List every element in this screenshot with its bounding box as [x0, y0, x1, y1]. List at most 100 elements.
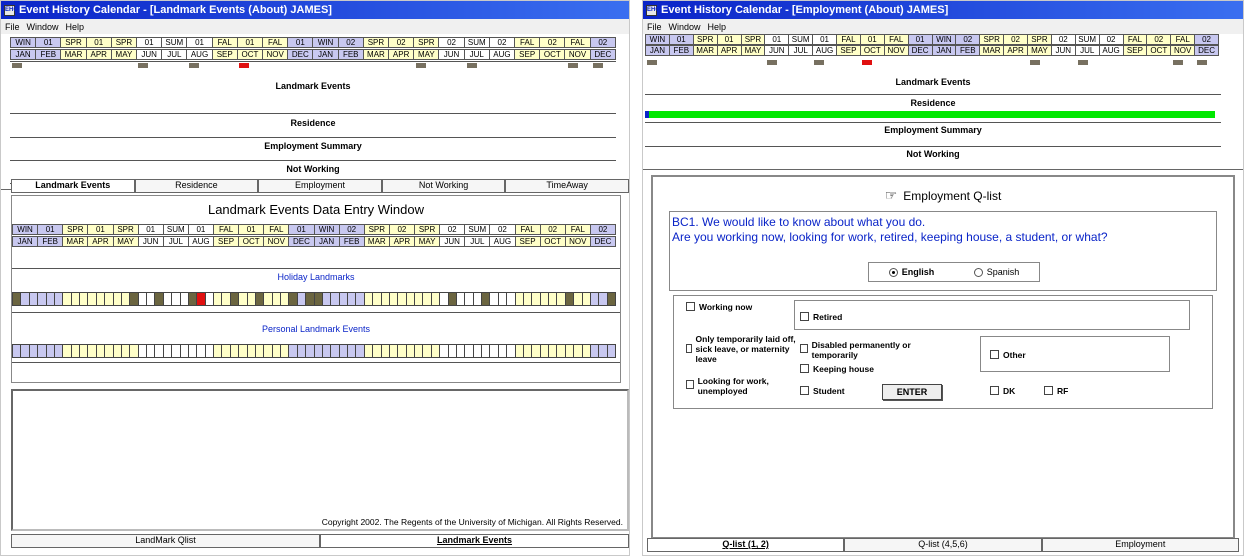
strip-cell[interactable]: [415, 344, 424, 358]
strip-cell[interactable]: [63, 344, 72, 358]
month-cell[interactable]: MAY: [415, 236, 441, 247]
strip-cell[interactable]: [230, 292, 240, 306]
landmark-mark[interactable]: [1173, 60, 1184, 65]
strip-cell[interactable]: [406, 292, 415, 306]
strip-cell[interactable]: [590, 292, 600, 306]
strip-cell[interactable]: [607, 344, 616, 358]
strip-cell[interactable]: [264, 344, 273, 358]
strip-cell[interactable]: [121, 292, 131, 306]
strip-cell[interactable]: [80, 344, 89, 358]
month-cell[interactable]: JUL: [465, 236, 491, 247]
tab-landmark-qlist[interactable]: LandMark Qlist: [11, 534, 320, 548]
month-cell[interactable]: APR: [389, 236, 415, 247]
checkbox-icon[interactable]: [800, 386, 809, 395]
strip-cell[interactable]: [339, 292, 348, 306]
strip-cell[interactable]: [180, 292, 189, 306]
strip-cell[interactable]: [38, 292, 47, 306]
month-cell[interactable]: DEC: [288, 49, 314, 60]
strip-cell[interactable]: [163, 344, 173, 358]
band-residence[interactable]: Residence: [10, 118, 616, 128]
strip-cell[interactable]: [590, 344, 600, 358]
strip-cell[interactable]: [348, 292, 357, 306]
month-cell[interactable]: DEC: [590, 236, 616, 247]
title-bar[interactable]: EHC Event History Calendar - [Landmark E…: [1, 1, 629, 19]
month-cell[interactable]: JUN: [440, 236, 466, 247]
strip-cell[interactable]: [272, 344, 281, 358]
strip-cell[interactable]: [540, 292, 549, 306]
checkbox-icon[interactable]: [800, 364, 809, 373]
month-cell[interactable]: SEP: [515, 236, 541, 247]
strip-cell[interactable]: [482, 292, 491, 306]
strip-cell[interactable]: [373, 344, 382, 358]
checkbox-icon[interactable]: [990, 386, 999, 395]
strip-cell[interactable]: [331, 292, 340, 306]
month-cell[interactable]: DEC: [1195, 45, 1219, 56]
strip-cell[interactable]: [599, 344, 608, 358]
strip-cell[interactable]: [423, 292, 432, 306]
tab-residence[interactable]: Residence: [134, 179, 259, 193]
strip-cell[interactable]: [599, 292, 608, 306]
strip-cell[interactable]: [473, 344, 482, 358]
month-cell[interactable]: JUN: [137, 49, 163, 60]
strip-cell[interactable]: [431, 292, 441, 306]
month-cell[interactable]: OCT: [540, 236, 566, 247]
menu-window[interactable]: Window: [669, 22, 701, 32]
strip-cell[interactable]: [574, 344, 583, 358]
strip-cell[interactable]: [54, 344, 64, 358]
strip-cell[interactable]: [356, 292, 365, 306]
strip-cell[interactable]: [565, 344, 575, 358]
radio-english-icon[interactable]: [888, 268, 898, 278]
menu-file[interactable]: File: [5, 22, 20, 32]
strip-cell[interactable]: [348, 344, 357, 358]
landmark-mark[interactable]: [138, 63, 149, 68]
checkbox-icon[interactable]: [990, 350, 999, 359]
month-cell[interactable]: NOV: [263, 49, 289, 60]
month-cell[interactable]: JUN: [439, 49, 465, 60]
strip-cell[interactable]: [88, 292, 97, 306]
checkbox-icon[interactable]: [686, 344, 692, 353]
strip-cell[interactable]: [155, 344, 164, 358]
opt-retired[interactable]: Retired: [800, 312, 842, 322]
month-cell[interactable]: JUL: [464, 49, 490, 60]
month-cell[interactable]: APR: [86, 49, 112, 60]
strip-cell[interactable]: [515, 344, 524, 358]
personal-strip[interactable]: [12, 344, 616, 358]
strip-cell[interactable]: [565, 292, 575, 306]
strip-cell[interactable]: [297, 292, 307, 306]
strip-cell[interactable]: [398, 292, 407, 306]
strip-cell[interactable]: [523, 292, 533, 306]
strip-cell[interactable]: [314, 344, 323, 358]
month-cell[interactable]: MAY: [1028, 45, 1052, 56]
month-cell[interactable]: JAN: [645, 45, 670, 56]
month-cell[interactable]: JAN: [10, 49, 37, 60]
checkbox-icon[interactable]: [1044, 386, 1053, 395]
strip-cell[interactable]: [523, 344, 533, 358]
strip-cell[interactable]: [138, 344, 147, 358]
strip-cell[interactable]: [255, 344, 265, 358]
band-employment[interactable]: Employment Summary: [10, 141, 616, 151]
month-cell[interactable]: AUG: [813, 45, 837, 56]
tab-landmark-events[interactable]: Landmark Events: [11, 179, 135, 193]
strip-cell[interactable]: [38, 344, 47, 358]
month-cell[interactable]: MAY: [741, 45, 766, 56]
strip-cell[interactable]: [582, 292, 591, 306]
month-cell[interactable]: JUL: [163, 236, 189, 247]
strip-cell[interactable]: [247, 344, 256, 358]
month-cell[interactable]: MAR: [364, 236, 390, 247]
checkbox-icon[interactable]: [800, 344, 808, 353]
strip-cell[interactable]: [214, 344, 223, 358]
tab-landmark-events-bottom[interactable]: Landmark Events: [320, 534, 629, 548]
checkbox-icon[interactable]: [800, 312, 809, 321]
month-cell[interactable]: MAR: [693, 45, 718, 56]
strip-cell[interactable]: [121, 344, 131, 358]
strip-cell[interactable]: [456, 344, 466, 358]
band-landmark[interactable]: Landmark Events: [10, 81, 616, 91]
strip-cell[interactable]: [582, 344, 591, 358]
month-cell[interactable]: SEP: [837, 45, 861, 56]
landmark-mark[interactable]: [188, 63, 199, 68]
month-cell[interactable]: SEP: [515, 49, 541, 60]
opt-disabled[interactable]: Disabled permanently or temporarily: [800, 340, 930, 360]
strip-cell[interactable]: [180, 344, 189, 358]
band-employment[interactable]: Employment Summary: [645, 125, 1221, 135]
strip-cell[interactable]: [440, 344, 449, 358]
